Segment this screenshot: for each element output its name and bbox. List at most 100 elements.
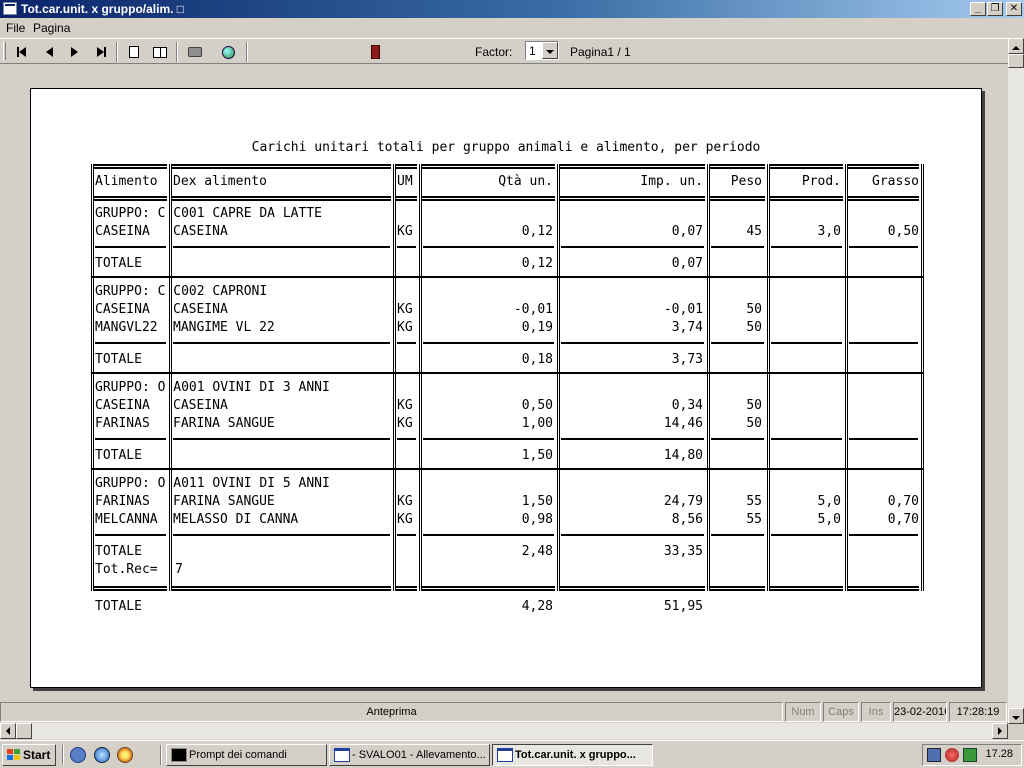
page-indicator: Pagina1 / 1 bbox=[570, 45, 631, 59]
menu-file[interactable]: File bbox=[6, 21, 25, 35]
header-grasso: Grasso bbox=[872, 174, 919, 189]
toolbar-separator bbox=[246, 42, 248, 62]
taskbar-item-svalo01[interactable]: - SVALO01 - Allevamento... bbox=[329, 744, 490, 766]
media-player-icon[interactable] bbox=[117, 747, 133, 763]
double-rule bbox=[172, 164, 391, 169]
row-qta: 1,50 bbox=[521, 494, 553, 509]
row-qta: 0,50 bbox=[521, 398, 553, 413]
rule bbox=[771, 342, 842, 344]
row-qta: 0,19 bbox=[521, 320, 553, 335]
desktop-quicklaunch-icon[interactable] bbox=[70, 747, 86, 763]
tot-rec-label: Tot.Rec= bbox=[95, 562, 158, 577]
double-rule bbox=[94, 586, 167, 591]
group-total-qta: 2,48 bbox=[521, 544, 553, 559]
double-rule bbox=[172, 586, 391, 591]
rule bbox=[561, 246, 704, 248]
status-time: 17:28:19 bbox=[949, 702, 1007, 722]
vertical-scrollbar[interactable] bbox=[1008, 38, 1024, 724]
first-page-icon[interactable] bbox=[10, 42, 32, 62]
rule bbox=[95, 534, 166, 536]
double-rule bbox=[396, 164, 417, 169]
system-tray: 17.28 bbox=[922, 744, 1022, 766]
rule bbox=[561, 342, 704, 344]
header-dex: Dex alimento bbox=[173, 174, 267, 189]
row-alimento: FARINAS bbox=[95, 416, 150, 431]
row-alimento: CASEINA bbox=[95, 302, 150, 317]
window-icon bbox=[497, 748, 513, 762]
rule bbox=[849, 534, 918, 536]
taskbar-item-cmd[interactable]: Prompt dei comandi bbox=[166, 744, 327, 766]
rule bbox=[561, 534, 704, 536]
double-rule bbox=[848, 164, 919, 169]
network-icon[interactable] bbox=[927, 748, 941, 762]
start-button[interactable]: Start bbox=[2, 744, 56, 766]
menu-pagina[interactable]: Pagina bbox=[33, 21, 70, 35]
group-title: GRUPPO: C C001 CAPRE DA LATTE bbox=[95, 206, 322, 221]
group-total-imp: 33,35 bbox=[663, 544, 703, 559]
row-alimento: CASEINA bbox=[95, 398, 150, 413]
title-bar[interactable]: Tot.car.unit. x gruppo/alim. □ _ ❐ ✕ bbox=[0, 0, 1024, 18]
header-imp: Imp. un. bbox=[640, 174, 703, 189]
scroll-thumb[interactable] bbox=[1008, 54, 1024, 68]
double-rule bbox=[422, 586, 555, 591]
hscroll-thumb[interactable] bbox=[16, 723, 32, 739]
single-page-icon[interactable] bbox=[123, 42, 145, 62]
toolbar-grip[interactable] bbox=[3, 42, 6, 60]
row-prod: 3,0 bbox=[817, 224, 841, 239]
exit-icon[interactable] bbox=[364, 42, 386, 62]
taskbar-item-report[interactable]: Tot.car.unit. x gruppo... bbox=[492, 744, 653, 766]
two-pages-icon[interactable] bbox=[149, 42, 171, 62]
ie-quicklaunch-icon[interactable] bbox=[94, 747, 110, 763]
chevron-down-icon[interactable] bbox=[542, 42, 558, 59]
toolbar: Factor: Pagina1 / 1 bbox=[0, 38, 1008, 64]
menu-bar: File Pagina bbox=[0, 18, 1024, 38]
row-dex: FARINA SANGUE bbox=[173, 416, 275, 431]
row-alimento: MANGVL22 bbox=[95, 320, 158, 335]
preview-area[interactable]: Carichi unitari totali per gruppo animal… bbox=[0, 65, 1008, 700]
print-icon[interactable] bbox=[184, 42, 206, 62]
close-button[interactable]: ✕ bbox=[1006, 2, 1022, 16]
window-title: Tot.car.unit. x gruppo/alim. □ bbox=[21, 2, 185, 16]
group-separator bbox=[91, 276, 924, 278]
row-um: KG bbox=[397, 512, 413, 527]
column-rule bbox=[845, 164, 848, 591]
next-page-icon[interactable] bbox=[63, 42, 85, 62]
tray-app-icon[interactable] bbox=[963, 748, 977, 762]
row-alimento: MELCANNA bbox=[95, 512, 158, 527]
horizontal-scrollbar[interactable] bbox=[0, 723, 1008, 739]
rule bbox=[95, 438, 166, 440]
double-rule bbox=[560, 586, 705, 591]
restore-button[interactable]: ❐ bbox=[987, 2, 1003, 16]
header-um: UM bbox=[397, 174, 413, 189]
scroll-up-icon[interactable] bbox=[1008, 38, 1024, 54]
scroll-right-icon[interactable] bbox=[992, 723, 1008, 739]
rule bbox=[771, 534, 842, 536]
group-separator bbox=[91, 372, 924, 374]
windows-logo-icon bbox=[7, 749, 20, 761]
rule bbox=[397, 438, 416, 440]
prev-page-icon[interactable] bbox=[38, 42, 60, 62]
group-total-imp: 0,07 bbox=[671, 256, 703, 271]
taskbar-item-label: Prompt dei comandi bbox=[189, 749, 287, 761]
security-icon[interactable] bbox=[945, 748, 959, 762]
row-qta: -0,01 bbox=[513, 302, 553, 317]
app-icon[interactable] bbox=[3, 2, 17, 15]
row-dex: MELASSO DI CANNA bbox=[173, 512, 299, 527]
double-rule bbox=[172, 196, 391, 201]
last-page-icon[interactable] bbox=[90, 42, 112, 62]
rule bbox=[423, 438, 554, 440]
factor-select[interactable]: 1 bbox=[525, 41, 559, 60]
minimize-button[interactable]: _ bbox=[970, 2, 986, 16]
export-icon[interactable] bbox=[217, 42, 239, 62]
num-indicator: Num bbox=[785, 702, 821, 722]
row-qta: 0,98 bbox=[521, 512, 553, 527]
status-bar: Anteprima Num Caps Ins 23-02-2016 17:28:… bbox=[0, 700, 1024, 722]
row-um: KG bbox=[397, 398, 413, 413]
double-rule bbox=[422, 196, 555, 201]
double-rule bbox=[94, 164, 167, 169]
row-imp: 3,74 bbox=[671, 320, 703, 335]
report-page: Carichi unitari totali per gruppo animal… bbox=[30, 88, 982, 688]
group-total-imp: 3,73 bbox=[671, 352, 703, 367]
scroll-left-icon[interactable] bbox=[0, 723, 16, 739]
rule bbox=[711, 246, 764, 248]
